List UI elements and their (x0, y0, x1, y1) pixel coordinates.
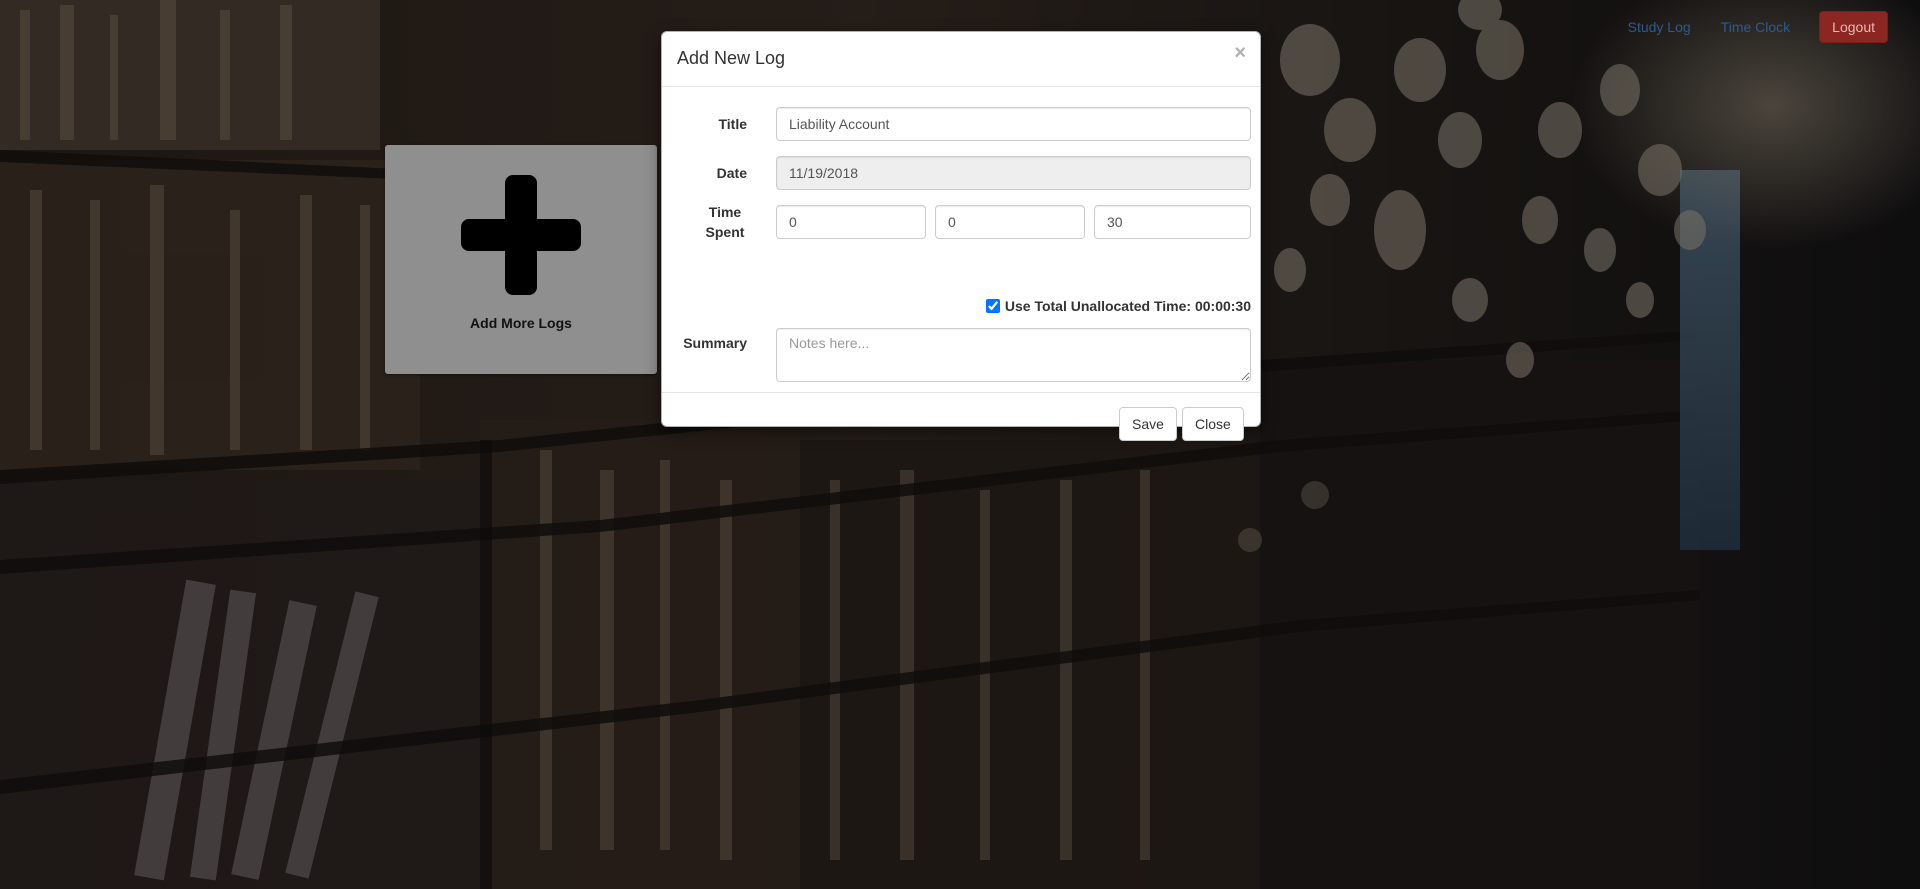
close-button[interactable]: Close (1182, 407, 1244, 441)
save-button[interactable]: Save (1119, 407, 1177, 441)
nav-study-log-link[interactable]: Study Log (1613, 9, 1706, 45)
title-label: Title (718, 116, 747, 132)
logout-button[interactable]: Logout (1819, 11, 1888, 43)
time-spent-label: Time Spent (662, 202, 747, 242)
summary-label: Summary (683, 335, 747, 351)
title-input[interactable] (776, 107, 1251, 141)
add-more-logs-label: Add More Logs (470, 315, 572, 331)
date-label: Date (716, 165, 747, 181)
nav-time-clock-link[interactable]: Time Clock (1706, 9, 1806, 45)
modal-body: Title Date Time Spent Use Total Unalloca… (662, 87, 1260, 393)
close-icon[interactable]: × (1234, 42, 1246, 65)
use-unallocated-time-label: Use Total Unallocated Time: 00:00:30 (1004, 298, 1251, 314)
modal-header: Add New Log × (662, 32, 1260, 87)
add-more-logs-card[interactable]: Add More Logs (385, 145, 657, 374)
minutes-input[interactable] (935, 205, 1085, 239)
modal-title: Add New Log (677, 48, 786, 68)
use-unallocated-time-row[interactable]: Use Total Unallocated Time: 00:00:30 (975, 298, 1251, 314)
seconds-input[interactable] (1094, 205, 1251, 239)
date-input[interactable] (776, 156, 1251, 190)
summary-textarea[interactable] (776, 328, 1251, 382)
time-spent-label-text: Time Spent (705, 204, 745, 240)
plus-icon (461, 175, 581, 295)
add-new-log-dialog: Add New Log × Title Date Time Spent Use … (661, 31, 1261, 441)
modal-footer: Save Close (662, 393, 1260, 457)
hours-input[interactable] (776, 205, 926, 239)
use-unallocated-time-checkbox[interactable] (985, 299, 1000, 313)
top-navigation: Study Log Time Clock Logout (1613, 9, 1888, 45)
